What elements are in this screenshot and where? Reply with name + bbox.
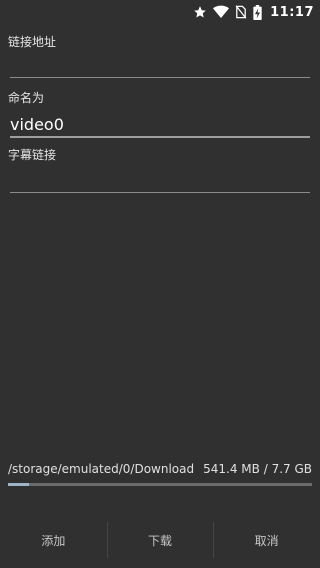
storage-progress-fill: [8, 483, 30, 486]
name-input[interactable]: [10, 113, 310, 135]
add-button[interactable]: 添加: [0, 516, 107, 564]
battery-charging-icon: [253, 4, 262, 20]
status-bar: 11:17: [0, 0, 320, 24]
link-label: 链接地址: [8, 35, 57, 49]
no-sim-icon: [235, 5, 247, 19]
link-input[interactable]: [10, 52, 310, 74]
subtitle-label: 字幕链接: [8, 148, 57, 162]
star-icon: [193, 5, 207, 19]
link-underline: [10, 77, 310, 78]
storage-size: 541.4 MB / 7.7 GB: [203, 462, 312, 476]
storage-path: /storage/emulated/0/Download: [8, 462, 195, 476]
name-label: 命名为: [8, 91, 45, 105]
wifi-icon: [213, 5, 230, 19]
subtitle-underline: [10, 192, 310, 193]
download-button[interactable]: 下载: [106, 516, 214, 564]
storage-progress: [8, 483, 312, 486]
button-bar: 添加 下载 取消: [0, 516, 320, 564]
cancel-button[interactable]: 取消: [213, 516, 320, 564]
name-underline: [10, 136, 310, 138]
clock: 11:17: [270, 4, 314, 20]
subtitle-input[interactable]: [10, 168, 310, 190]
